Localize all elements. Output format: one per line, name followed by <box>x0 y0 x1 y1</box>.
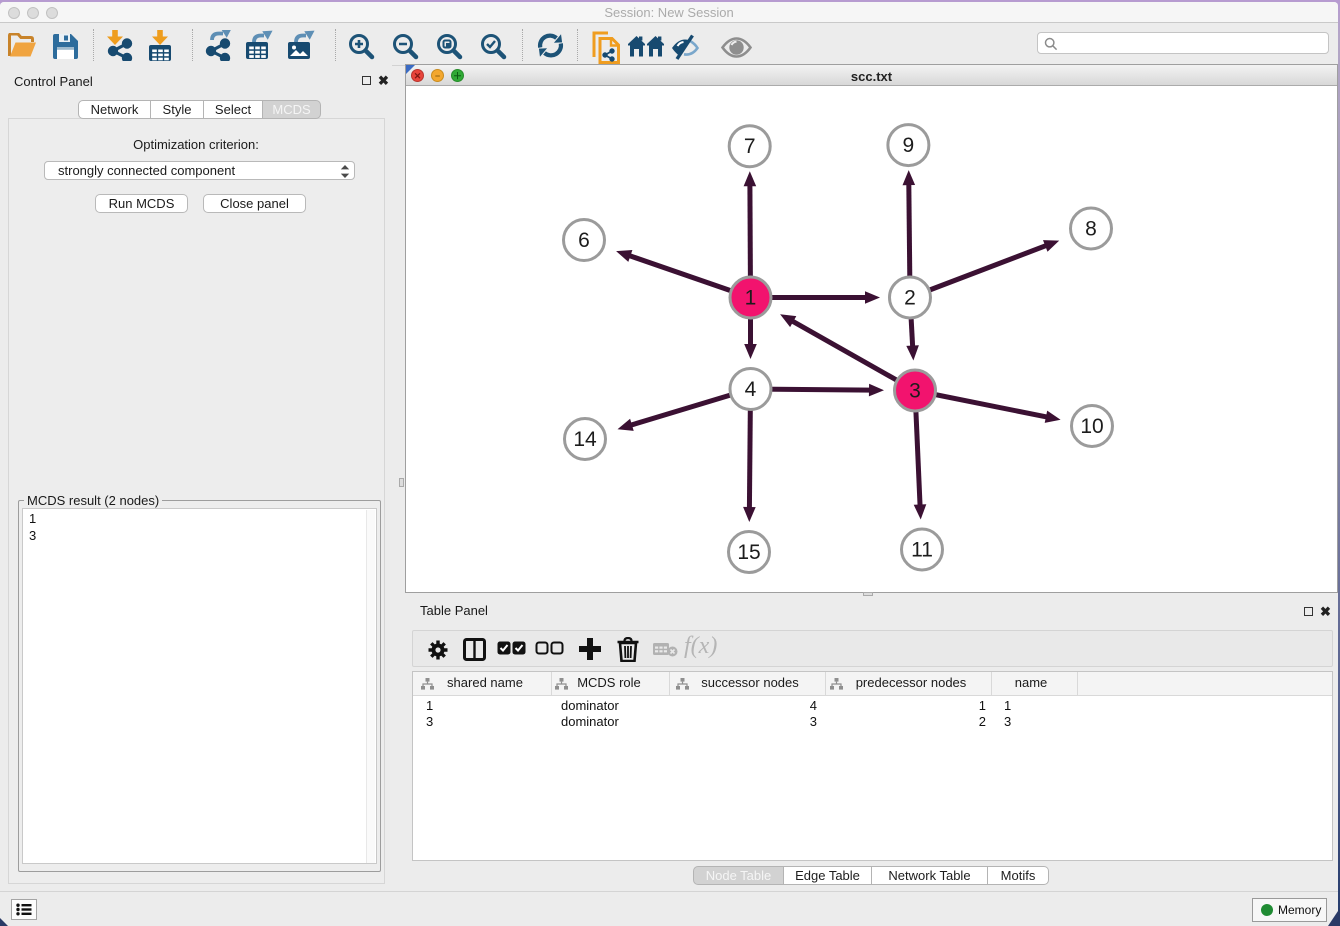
svg-text:10: 10 <box>1080 415 1103 438</box>
svg-text:1: 1 <box>745 287 757 310</box>
svg-text:8: 8 <box>1085 218 1097 241</box>
svg-text:14: 14 <box>573 428 597 451</box>
svg-text:11: 11 <box>911 539 933 562</box>
svg-text:9: 9 <box>903 134 915 157</box>
svg-text:6: 6 <box>578 229 590 252</box>
svg-text:7: 7 <box>744 135 756 158</box>
svg-text:15: 15 <box>737 541 760 564</box>
svg-text:3: 3 <box>909 380 921 403</box>
svg-text:2: 2 <box>904 287 916 310</box>
svg-text:4: 4 <box>745 378 757 401</box>
